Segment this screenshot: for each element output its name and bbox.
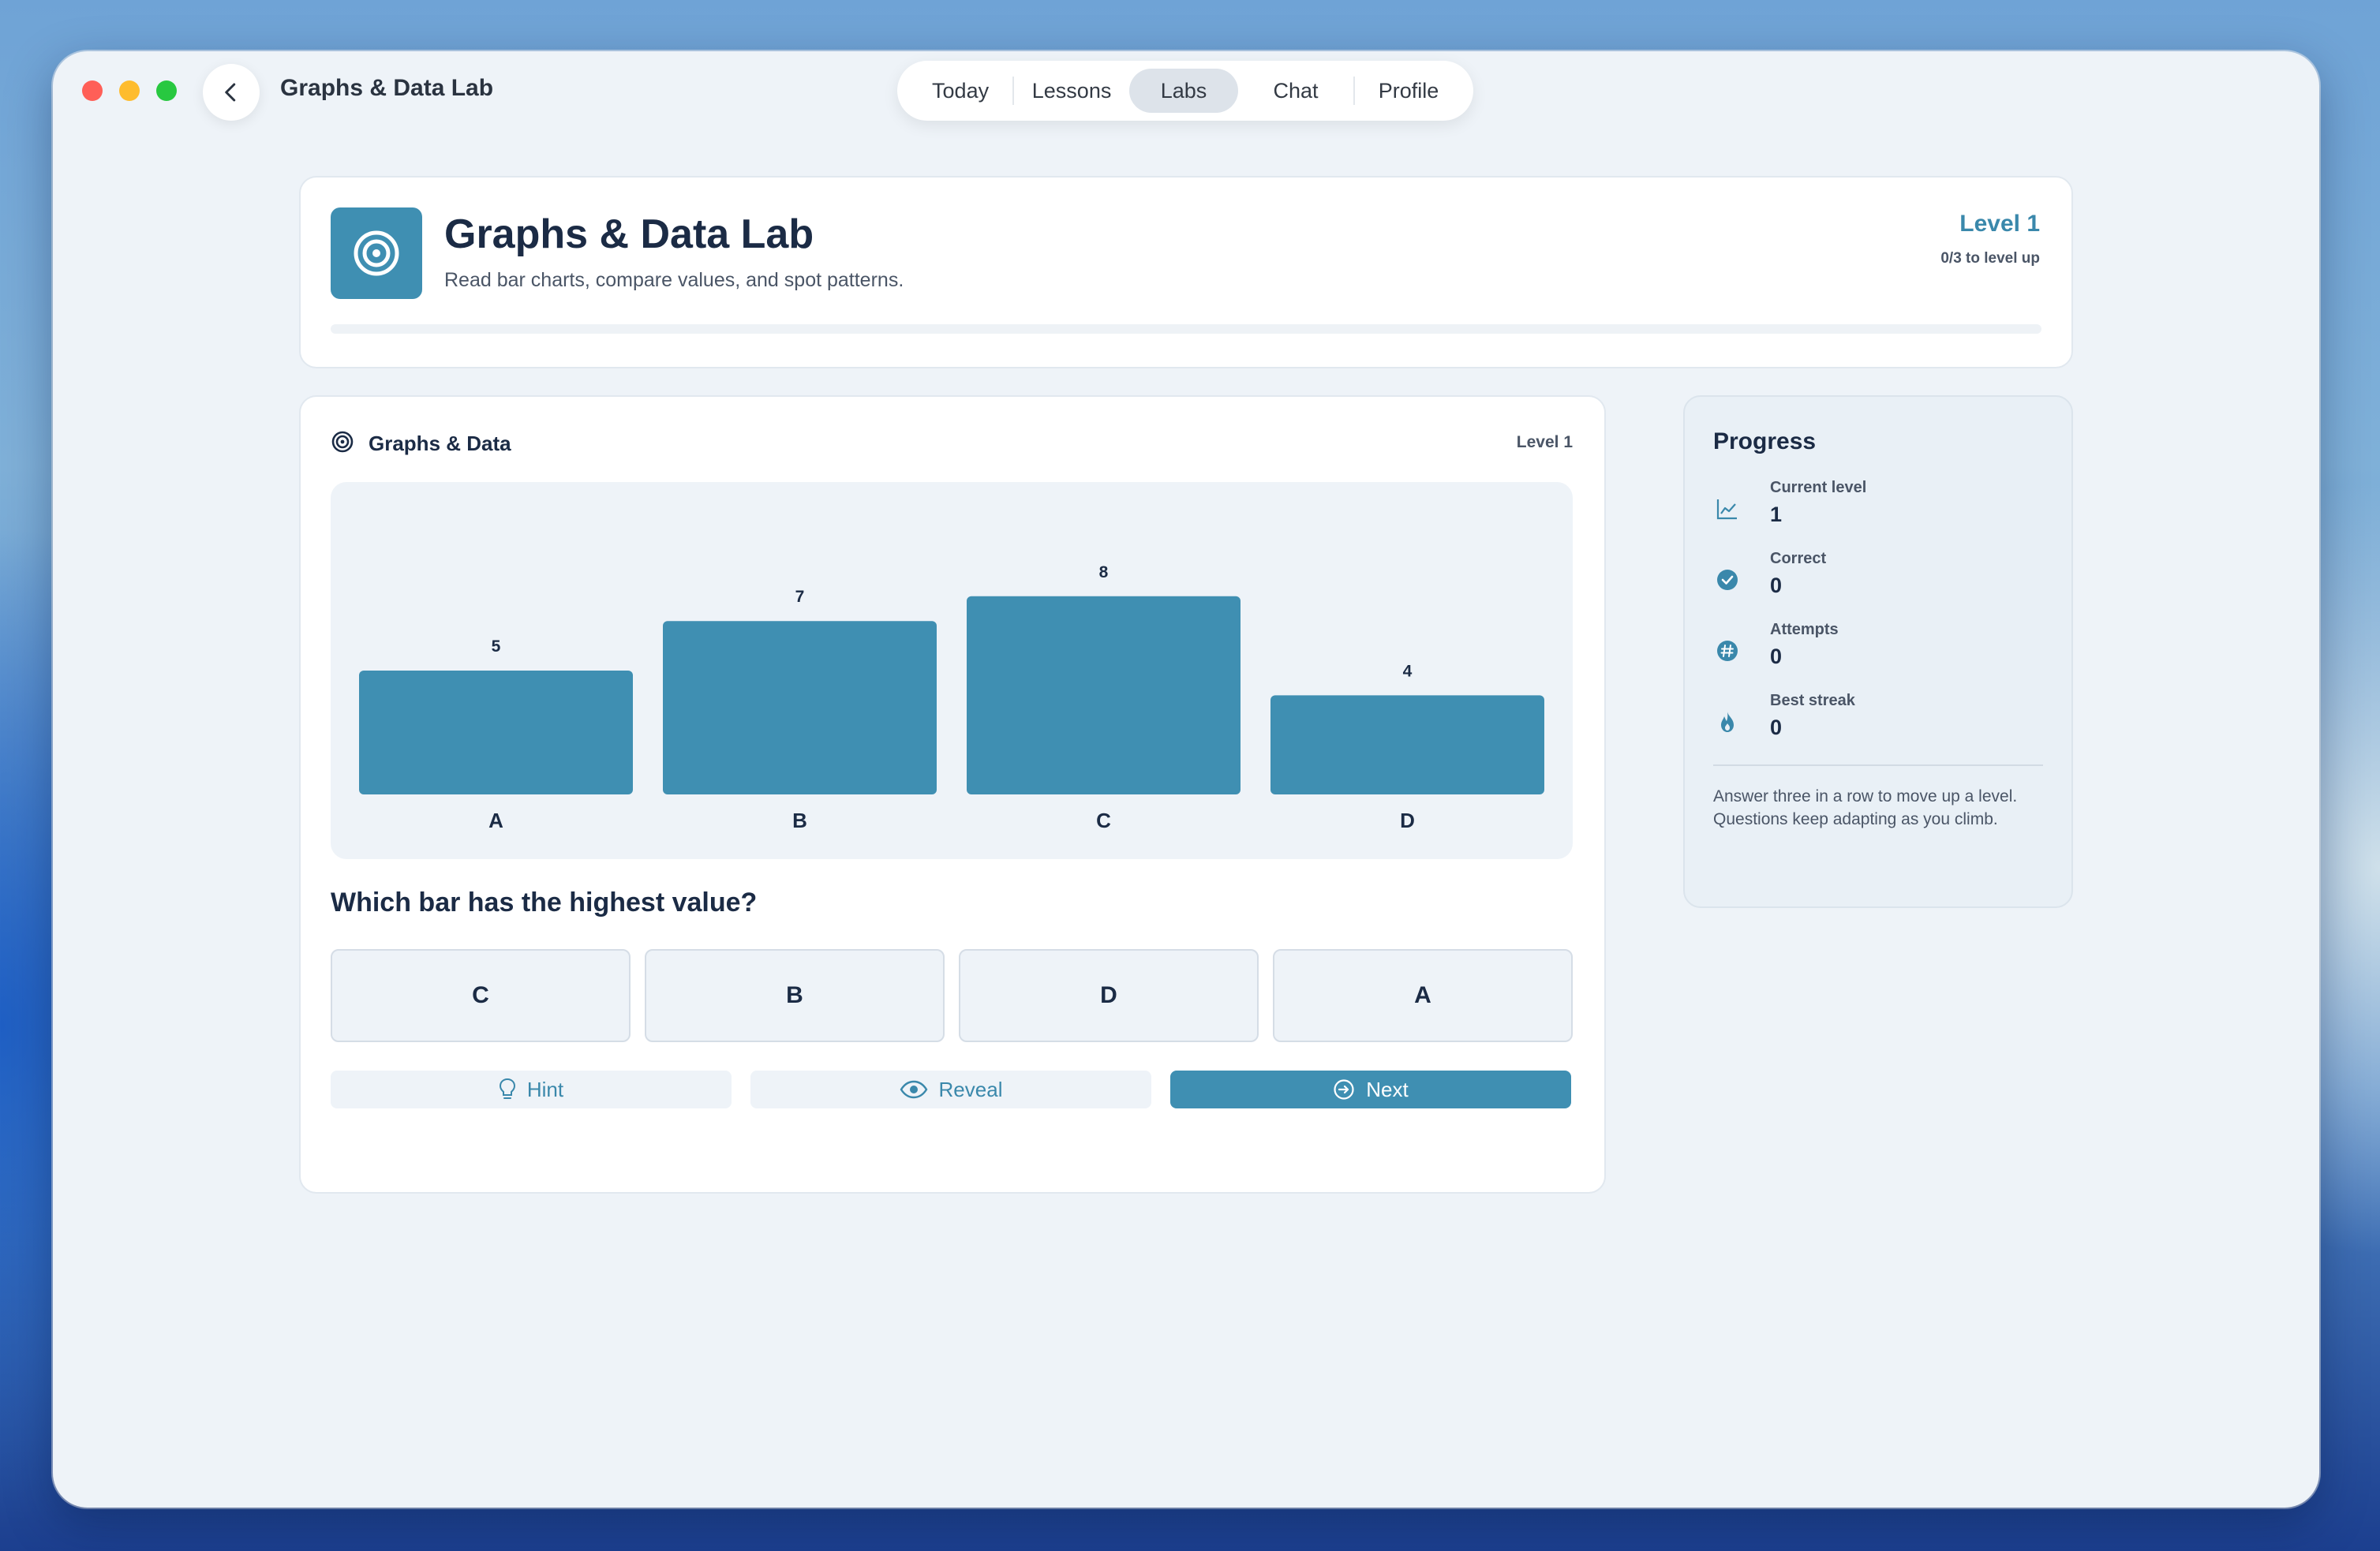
- target-icon: [331, 207, 422, 299]
- bar-value-label: 7: [795, 588, 805, 606]
- tab-labs[interactable]: Labs: [1129, 69, 1239, 113]
- question-text: Which bar has the highest value?: [331, 888, 758, 918]
- answer-option-b[interactable]: B: [645, 949, 945, 1042]
- main-nav: Today Lessons Labs Chat Profile: [897, 61, 1473, 121]
- hash-icon: [1713, 637, 1742, 665]
- target-icon: [331, 431, 354, 453]
- tab-lessons-label: Lessons: [1031, 78, 1112, 103]
- level-badge: Level 1: [1959, 211, 2040, 237]
- tab-profile[interactable]: Profile: [1355, 69, 1462, 113]
- lab-card: Graphs & Data Level 1 5 A 7 B 8 C 4 D Which bar…: [299, 395, 1606, 1194]
- bar-chart-svg: 5 A 7 B 8 C 4 D: [359, 563, 1544, 832]
- answer-option-d[interactable]: D: [959, 949, 1259, 1042]
- progress-title: Progress: [1713, 428, 1817, 454]
- flame-icon: [1713, 708, 1742, 736]
- tab-today[interactable]: Today: [908, 69, 1012, 113]
- progress-divider: [1713, 764, 2043, 766]
- back-button[interactable]: [203, 64, 260, 121]
- stat-current-level: Current level 1: [1713, 479, 2045, 542]
- bar-category-label: B: [792, 809, 807, 832]
- eye-icon: [900, 1080, 927, 1099]
- answer-option-c[interactable]: C: [331, 949, 631, 1042]
- stat-attempts: Attempts 0: [1713, 621, 2045, 684]
- hint-button[interactable]: Hint: [331, 1071, 732, 1108]
- progress-note: Answer three in a row to move up a level…: [1713, 787, 2018, 828]
- tab-chat[interactable]: Chat: [1238, 69, 1353, 113]
- stat-value: 0: [1770, 645, 1783, 668]
- tab-profile-label: Profile: [1378, 78, 1439, 103]
- bar-category-label: D: [1400, 809, 1415, 832]
- stat-value: 0: [1770, 716, 1783, 739]
- stat-best-streak: Best streak 0: [1713, 692, 2045, 755]
- next-label: Next: [1366, 1077, 1409, 1101]
- level-progress-text: 0/3 to level up: [1940, 250, 2040, 267]
- arrow-right-circle-icon: [1334, 1079, 1354, 1100]
- minimize-window-button[interactable]: [119, 80, 140, 101]
- app-window: Graphs & Data Lab Today Lessons Labs Cha…: [53, 51, 2319, 1508]
- bar-value-label: 4: [1403, 662, 1413, 680]
- stat-label: Correct: [1770, 550, 1827, 567]
- reveal-label: Reveal: [938, 1077, 1003, 1101]
- zoom-window-button[interactable]: [156, 80, 177, 101]
- level-progress-bar: [331, 324, 2041, 334]
- bar-a: [359, 671, 633, 794]
- stat-value: 1: [1770, 503, 1783, 526]
- stat-correct: Correct 0: [1713, 550, 2045, 613]
- reveal-button[interactable]: Reveal: [750, 1071, 1151, 1108]
- stat-value: 0: [1770, 574, 1783, 597]
- lab-level-label: Level 1: [1516, 433, 1573, 451]
- lab-header-card: Graphs & Data Lab Read bar charts, compa…: [299, 176, 2073, 368]
- app-title: Graphs & Data Lab: [280, 75, 494, 101]
- bar-category-label: C: [1096, 809, 1111, 832]
- close-window-button[interactable]: [82, 80, 103, 101]
- bar-chart: 5 A 7 B 8 C 4 D: [331, 482, 1573, 859]
- next-button[interactable]: Next: [1170, 1071, 1571, 1108]
- bar-category-label: A: [488, 809, 503, 832]
- bar-d: [1270, 695, 1544, 794]
- bar-b: [663, 621, 937, 794]
- lightbulb-icon: [499, 1078, 515, 1099]
- stat-label: Current level: [1770, 479, 1867, 496]
- hint-label: Hint: [526, 1077, 564, 1101]
- page-title: Graphs & Data Lab: [444, 211, 814, 257]
- tab-chat-label: Chat: [1273, 78, 1319, 103]
- tab-today-label: Today: [932, 78, 990, 103]
- bar-value-label: 8: [1099, 563, 1109, 581]
- bar-value-label: 5: [492, 637, 501, 656]
- answer-option-a[interactable]: A: [1273, 949, 1573, 1042]
- stat-label: Attempts: [1770, 621, 1839, 638]
- tab-labs-label: Labs: [1160, 78, 1207, 103]
- trend-chart-icon: [1713, 495, 1742, 523]
- chevron-left-icon: [225, 83, 236, 102]
- stat-label: Best streak: [1770, 692, 1855, 709]
- page-subtitle: Read bar charts, compare values, and spo…: [444, 269, 904, 291]
- progress-card: Progress Current level 1 Correct 0 Attem…: [1683, 395, 2073, 908]
- lab-card-title: Graphs & Data: [369, 432, 511, 455]
- check-circle-icon: [1713, 566, 1742, 594]
- bar-c: [967, 596, 1241, 794]
- tab-lessons[interactable]: Lessons: [1014, 69, 1129, 113]
